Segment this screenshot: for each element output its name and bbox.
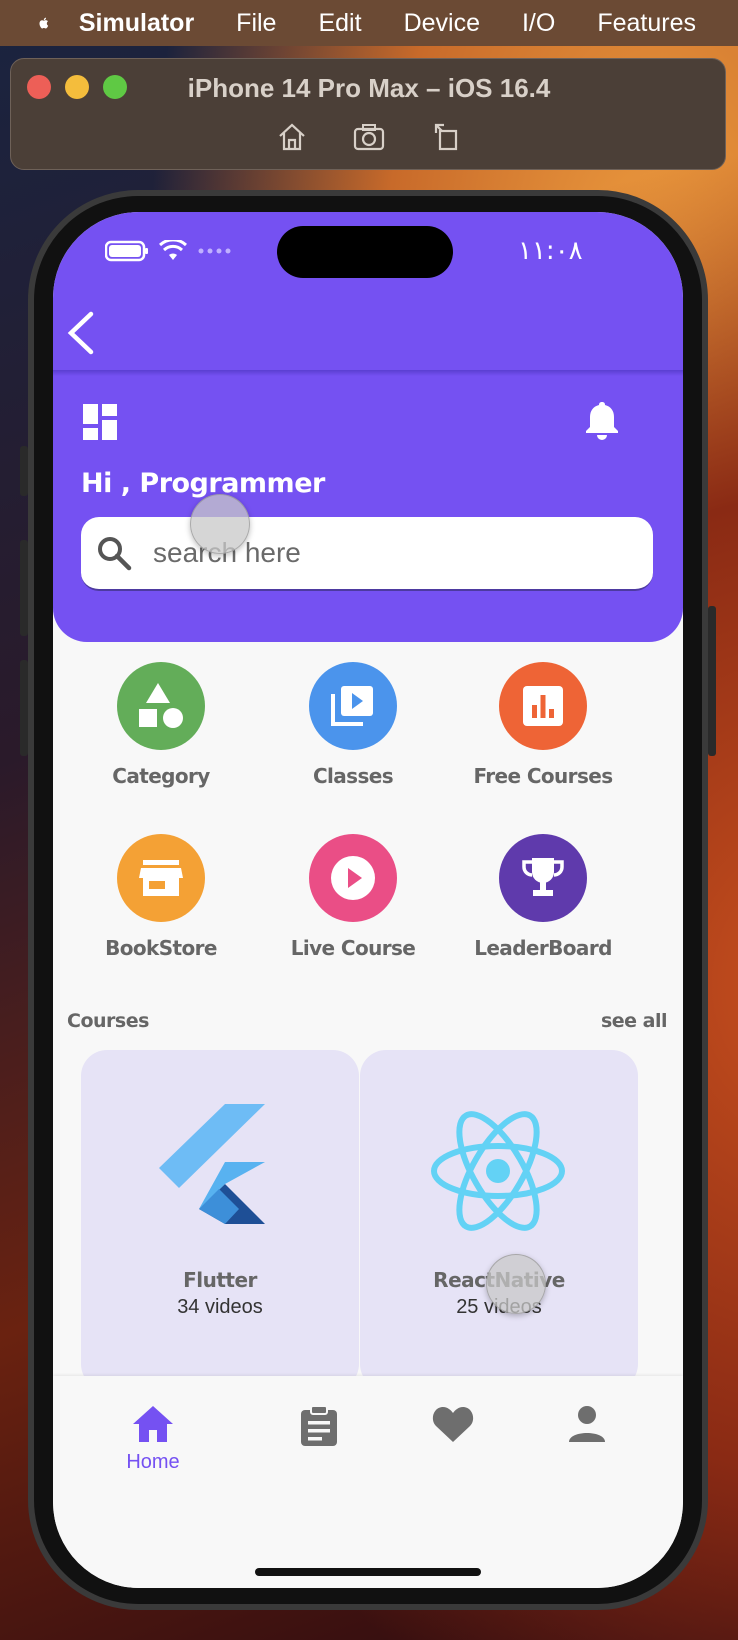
category-label: Live Course (290, 936, 416, 960)
menu-app-name[interactable]: Simulator (79, 9, 194, 38)
courses-section-title: Courses (67, 1010, 149, 1032)
wifi-icon (159, 240, 187, 260)
category-label: Free Courses (473, 764, 613, 788)
heart-icon (432, 1406, 474, 1442)
flutter-logo-icon (159, 1104, 265, 1224)
category-item-live-course[interactable]: Live Course (263, 834, 443, 960)
volume-down-button (20, 660, 28, 756)
mac-menubar: Simulator File Edit Device I/O Features (0, 0, 738, 46)
clipboard-icon (301, 1405, 337, 1446)
nav-home-label: Home (126, 1451, 180, 1473)
volume-up-button (20, 540, 28, 636)
nav-assignments[interactable] (279, 1404, 359, 1453)
bell-icon[interactable] (585, 400, 619, 440)
store-icon (117, 834, 205, 922)
category-label: BookStore (105, 936, 217, 960)
mute-switch (20, 446, 28, 496)
category-label: Classes (312, 764, 394, 788)
dynamic-island (277, 226, 453, 278)
home-icon[interactable] (276, 121, 308, 153)
menu-device[interactable]: Device (404, 9, 480, 38)
rotate-icon[interactable] (430, 121, 462, 153)
video-library-icon (309, 662, 397, 750)
status-bar-left (105, 240, 233, 262)
battery-icon (105, 240, 148, 262)
menu-features[interactable]: Features (597, 9, 696, 38)
course-name: Flutter (183, 1268, 257, 1292)
bottom-navigation: Home (53, 1376, 683, 1588)
home-indicator[interactable] (255, 1568, 481, 1576)
person-icon (569, 1406, 605, 1442)
home-icon (133, 1406, 173, 1442)
category-item-free-courses[interactable]: Free Courses (453, 662, 633, 788)
simulator-titlebar: iPhone 14 Pro Max – iOS 16.4 (10, 58, 726, 170)
app-screen: ١١:٠٨ Hi , Programmer Category Classes (53, 212, 683, 1588)
play-circle-icon (309, 834, 397, 922)
nav-favorites[interactable] (413, 1404, 493, 1449)
nav-profile[interactable] (547, 1404, 627, 1449)
category-item-classes[interactable]: Classes (263, 662, 443, 788)
category-label: LeaderBoard (474, 936, 612, 960)
trophy-icon (499, 834, 587, 922)
signal-icon (198, 248, 231, 254)
touch-indicator (190, 494, 250, 554)
greeting-text: Hi , Programmer (81, 468, 325, 499)
course-video-count: 34 videos (177, 1296, 263, 1318)
menu-io[interactable]: I/O (522, 9, 555, 38)
menu-edit[interactable]: Edit (318, 9, 361, 38)
apple-icon[interactable] (38, 7, 49, 39)
dashboard-icon[interactable] (83, 404, 119, 440)
appbar-divider (53, 370, 683, 376)
menu-file[interactable]: File (236, 9, 276, 38)
chart-icon (499, 662, 587, 750)
category-item-bookstore[interactable]: BookStore (71, 834, 251, 960)
screenshot-icon[interactable] (352, 121, 386, 153)
touch-indicator (486, 1254, 546, 1314)
status-time: ١١:٠٨ (518, 236, 583, 266)
search-bar[interactable] (81, 517, 653, 591)
course-card-reactnative[interactable]: ReactNative 25 videos (360, 1050, 638, 1390)
nav-home[interactable]: Home (113, 1404, 193, 1474)
header-panel: ١١:٠٨ Hi , Programmer (53, 212, 683, 642)
category-item-category[interactable]: Category (71, 662, 251, 788)
course-card-flutter[interactable]: Flutter 34 videos (81, 1050, 359, 1390)
simulator-title: iPhone 14 Pro Max – iOS 16.4 (187, 73, 551, 103)
category-label: Category (112, 764, 210, 788)
simulator-toolbar (11, 121, 727, 153)
search-icon (98, 537, 132, 571)
category-item-leaderboard[interactable]: LeaderBoard (453, 834, 633, 960)
shapes-icon (117, 662, 205, 750)
back-arrow-icon[interactable] (61, 308, 101, 358)
react-logo-icon (431, 1111, 565, 1231)
power-button (708, 606, 716, 756)
see-all-link[interactable]: see all (601, 1010, 668, 1032)
